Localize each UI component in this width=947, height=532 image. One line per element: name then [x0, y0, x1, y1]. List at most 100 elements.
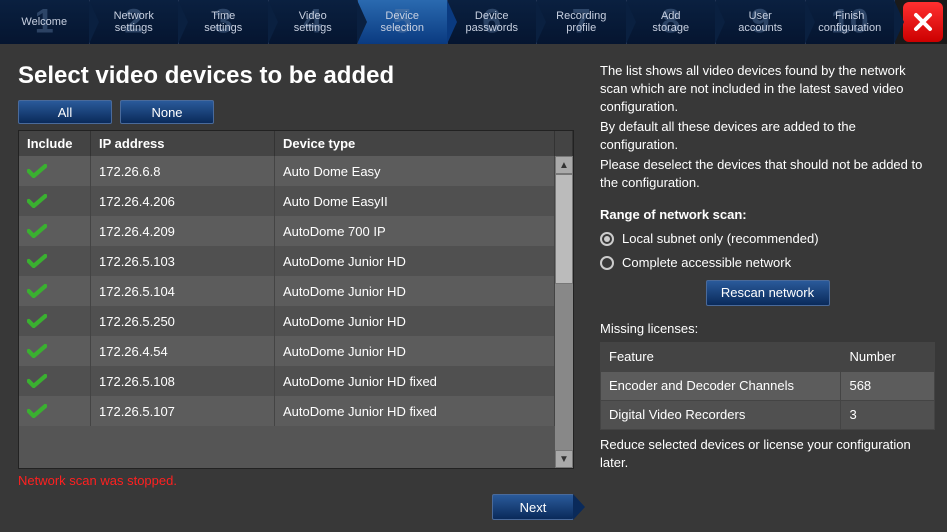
type-cell: AutoDome 700 IP — [275, 216, 555, 246]
wizard-step-9[interactable]: 9User accounts — [716, 0, 806, 44]
include-cell[interactable] — [19, 276, 91, 306]
ip-cell: 172.26.6.8 — [91, 156, 275, 186]
step-label: Add storage — [652, 10, 689, 34]
ip-cell: 172.26.5.104 — [91, 276, 275, 306]
close-icon — [911, 10, 935, 34]
step-label: Recording profile — [556, 10, 606, 34]
radio-icon — [600, 232, 614, 246]
wizard-step-2[interactable]: 2Network settings — [90, 0, 180, 44]
radio-icon — [600, 256, 614, 270]
include-cell[interactable] — [19, 306, 91, 336]
radio-label: Local subnet only (recommended) — [622, 230, 819, 248]
checkmark-icon — [27, 194, 47, 208]
type-cell: AutoDome Junior HD — [275, 336, 555, 366]
type-cell: AutoDome Junior HD — [275, 306, 555, 336]
ip-cell: 172.26.5.108 — [91, 366, 275, 396]
radio-label: Complete accessible network — [622, 254, 791, 272]
step-label: Network settings — [114, 10, 154, 34]
column-header-include[interactable]: Include — [19, 131, 91, 156]
scroll-up-button[interactable]: ▲ — [555, 156, 573, 174]
table-row[interactable]: 172.26.6.8Auto Dome Easy — [19, 156, 555, 186]
feature-cell: Encoder and Decoder Channels — [601, 372, 841, 401]
step-label: User accounts — [738, 10, 782, 34]
table-scrollbar[interactable]: ▲ ▼ — [555, 156, 573, 468]
include-cell[interactable] — [19, 216, 91, 246]
license-row: Digital Video Recorders3 — [601, 401, 935, 430]
ip-cell: 172.26.5.250 — [91, 306, 275, 336]
help-text-3: Please deselect the devices that should … — [600, 156, 935, 192]
type-cell: AutoDome Junior HD fixed — [275, 396, 555, 426]
column-header-number: Number — [841, 343, 935, 372]
table-row[interactable]: 172.26.4.54AutoDome Junior HD — [19, 336, 555, 366]
status-message: Network scan was stopped. — [18, 473, 574, 488]
table-row[interactable]: 172.26.5.107AutoDome Junior HD fixed — [19, 396, 555, 426]
wizard-step-10[interactable]: 10Finish configuration — [806, 0, 896, 44]
close-button[interactable] — [903, 2, 943, 42]
checkmark-icon — [27, 314, 47, 328]
number-cell: 568 — [841, 372, 935, 401]
wizard-step-5[interactable]: 5Device selection — [358, 0, 448, 44]
ip-cell: 172.26.4.206 — [91, 186, 275, 216]
range-title: Range of network scan: — [600, 206, 935, 224]
next-button[interactable]: Next — [492, 494, 574, 520]
checkmark-icon — [27, 224, 47, 238]
table-row[interactable]: 172.26.5.108AutoDome Junior HD fixed — [19, 366, 555, 396]
include-cell[interactable] — [19, 396, 91, 426]
ip-cell: 172.26.5.103 — [91, 246, 275, 276]
scroll-down-button[interactable]: ▼ — [555, 450, 573, 468]
type-cell: AutoDome Junior HD — [275, 246, 555, 276]
table-row[interactable]: 172.26.4.209AutoDome 700 IP — [19, 216, 555, 246]
include-cell[interactable] — [19, 366, 91, 396]
ip-cell: 172.26.5.107 — [91, 396, 275, 426]
column-header-type[interactable]: Device type — [275, 131, 555, 156]
wizard-step-8[interactable]: 8Add storage — [627, 0, 717, 44]
type-cell: Auto Dome EasyII — [275, 186, 555, 216]
page-title: Select video devices to be added — [18, 62, 574, 90]
step-label: Welcome — [21, 16, 67, 28]
step-label: Time settings — [204, 10, 242, 34]
licenses-note: Reduce selected devices or license your … — [600, 436, 935, 472]
step-label: Video settings — [294, 10, 332, 34]
help-text-1: The list shows all video devices found b… — [600, 62, 935, 116]
license-row: Encoder and Decoder Channels568 — [601, 372, 935, 401]
column-header-feature: Feature — [601, 343, 841, 372]
checkmark-icon — [27, 344, 47, 358]
licenses-table: Feature Number Encoder and Decoder Chann… — [600, 342, 935, 430]
radio-complete-network[interactable]: Complete accessible network — [600, 254, 935, 272]
radio-local-subnet[interactable]: Local subnet only (recommended) — [600, 230, 935, 248]
licenses-title: Missing licenses: — [600, 320, 935, 338]
select-none-button[interactable]: None — [120, 100, 214, 124]
ip-cell: 172.26.4.209 — [91, 216, 275, 246]
include-cell[interactable] — [19, 186, 91, 216]
column-header-ip[interactable]: IP address — [91, 131, 275, 156]
type-cell: AutoDome Junior HD — [275, 276, 555, 306]
wizard-step-1[interactable]: 1Welcome — [0, 0, 90, 44]
wizard-step-4[interactable]: 4Video settings — [269, 0, 359, 44]
wizard-step-3[interactable]: 3Time settings — [179, 0, 269, 44]
table-row[interactable]: 172.26.5.103AutoDome Junior HD — [19, 246, 555, 276]
table-row[interactable]: 172.26.4.206Auto Dome EasyII — [19, 186, 555, 216]
devices-table: Include IP address Device type 172.26.6.… — [18, 130, 574, 469]
number-cell: 3 — [841, 401, 935, 430]
checkmark-icon — [27, 254, 47, 268]
include-cell[interactable] — [19, 246, 91, 276]
include-cell[interactable] — [19, 336, 91, 366]
checkmark-icon — [27, 284, 47, 298]
rescan-button[interactable]: Rescan network — [706, 280, 830, 306]
wizard-step-7[interactable]: 7Recording profile — [537, 0, 627, 44]
wizard-step-6[interactable]: 6Device passwords — [448, 0, 538, 44]
help-text-2: By default all these devices are added t… — [600, 118, 935, 154]
wizard-steps-header: 1Welcome2Network settings3Time settings4… — [0, 0, 947, 44]
ip-cell: 172.26.4.54 — [91, 336, 275, 366]
step-label: Device passwords — [465, 10, 518, 34]
step-label: Device selection — [381, 10, 424, 34]
table-row[interactable]: 172.26.5.250AutoDome Junior HD — [19, 306, 555, 336]
checkmark-icon — [27, 374, 47, 388]
select-all-button[interactable]: All — [18, 100, 112, 124]
checkmark-icon — [27, 164, 47, 178]
table-row[interactable]: 172.26.5.104AutoDome Junior HD — [19, 276, 555, 306]
step-label: Finish configuration — [818, 10, 881, 34]
scroll-thumb[interactable] — [555, 174, 573, 284]
include-cell[interactable] — [19, 156, 91, 186]
type-cell: Auto Dome Easy — [275, 156, 555, 186]
